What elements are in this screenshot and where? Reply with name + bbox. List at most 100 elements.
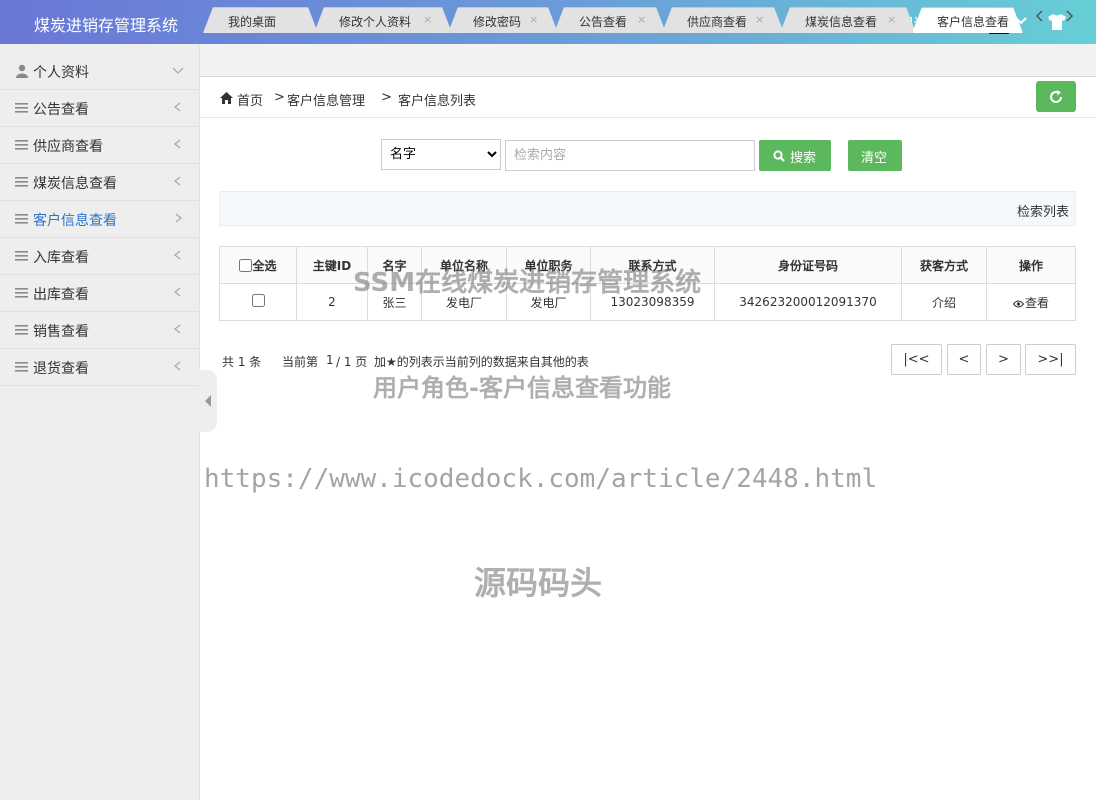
sidebar-item[interactable]: 退货查看 (0, 349, 199, 386)
prev-page-button[interactable]: < (947, 344, 981, 375)
triangle-left-icon (205, 395, 211, 407)
sidebar-item-label: 退货查看 (33, 361, 89, 377)
column-header: 单位职务 (506, 246, 591, 284)
list-icon (15, 286, 29, 300)
chevron-down-icon (172, 67, 184, 74)
sidebar-item-label: 供应商查看 (33, 139, 103, 155)
next-page-button[interactable]: > (986, 344, 1021, 375)
sidebar-item[interactable]: 出库查看 (0, 275, 199, 312)
list-panel-header: 检索列表 (219, 191, 1076, 226)
tab-close-icon[interactable]: × (887, 13, 896, 26)
tab[interactable]: 修改密码 × (448, 7, 558, 33)
sidebar-item-label: 出库查看 (33, 287, 89, 303)
search-field-select[interactable]: 名字 (381, 139, 501, 170)
watermark-url: https://www.icodedock.com/article/2448.h… (204, 464, 878, 494)
tab-close-icon[interactable]: × (529, 13, 538, 26)
sidebar-item[interactable]: 煤炭信息查看 (0, 164, 199, 201)
select-all-checkbox[interactable] (239, 258, 253, 272)
list-icon (15, 101, 29, 115)
list-icon (15, 360, 29, 374)
breadcrumb-level2: 客户信息列表 (398, 94, 477, 109)
watermark-brand: 源码码头 (474, 564, 603, 602)
column-header: 身份证号码 (714, 246, 902, 284)
view-link-label: 查看 (1024, 295, 1049, 310)
sidebar-collapse-handle[interactable] (199, 370, 217, 432)
tab-scroll-left-button[interactable] (1027, 5, 1053, 27)
list-icon (15, 175, 29, 189)
cell-action: 查看 (986, 283, 1076, 321)
sidebar-item-label: 公告查看 (33, 102, 89, 118)
breadcrumb-level1[interactable]: 客户信息管理 (287, 90, 365, 109)
cell-source: 介绍 (901, 283, 987, 321)
first-page-button[interactable]: |<< (891, 344, 942, 375)
chevron-left-icon (173, 102, 181, 112)
tab-close-icon[interactable]: × (423, 13, 432, 26)
tab-label: 煤炭信息查看 (805, 15, 878, 29)
row-checkbox[interactable] (251, 294, 265, 307)
clear-button[interactable]: 清空 (848, 140, 902, 171)
column-header: 主键ID (296, 246, 368, 284)
pager-current-prefix: 当前第 (282, 355, 319, 369)
tab[interactable]: 煤炭信息查看 × (780, 7, 916, 33)
breadcrumb-home[interactable]: 首页 (237, 90, 263, 109)
last-page-button[interactable]: >>| (1025, 344, 1076, 375)
list-icon (15, 138, 29, 152)
sidebar-item-label: 入库查看 (33, 250, 89, 266)
cell-company: 发电厂 (421, 283, 507, 321)
sidebar-item-label: 煤炭信息查看 (33, 176, 117, 192)
tab[interactable]: 修改个人资料 × (314, 7, 452, 33)
sidebar-item-label: 销售查看 (33, 324, 89, 340)
chevron-right-icon (1066, 10, 1074, 22)
chevron-left-icon (1035, 10, 1043, 22)
tab-close-icon[interactable]: × (755, 13, 764, 26)
refresh-button[interactable] (1036, 81, 1076, 112)
column-header: 联系方式 (590, 246, 715, 284)
search-input[interactable] (505, 140, 755, 171)
tab[interactable]: 客户信息查看 (912, 7, 1023, 33)
sidebar-item[interactable]: 入库查看 (0, 238, 199, 275)
sidebar-item[interactable]: 销售查看 (0, 312, 199, 349)
tab-close-icon[interactable]: × (637, 13, 646, 26)
view-link[interactable]: 查看 (1012, 295, 1049, 310)
table-header-row: 全选 主键ID 名字 单位名称 单位职务 联系方式 身份证号码 获客方式 操作 (219, 246, 1076, 284)
tab-scroll-right-button[interactable] (1056, 5, 1082, 27)
cell-phone: 13023098359 (590, 283, 715, 321)
sidebar-item[interactable]: 个人资料 (0, 53, 199, 90)
list-icon (15, 212, 29, 226)
tab-label: 供应商查看 (687, 15, 748, 29)
select-all-header[interactable]: 全选 (219, 246, 297, 284)
tab[interactable]: 我的桌面 (203, 7, 318, 33)
chevron-left-icon (173, 324, 181, 334)
chevron-left-icon (173, 139, 181, 149)
user-icon (15, 64, 29, 78)
pager-current-page: 1 (326, 353, 334, 367)
tab[interactable]: 公告查看 × (554, 7, 666, 33)
column-header: 获客方式 (901, 246, 987, 284)
sidebar-item[interactable]: 公告查看 (0, 90, 199, 127)
sidebar-item-label: 客户信息查看 (33, 213, 117, 229)
row-select-cell (219, 283, 297, 321)
sidebar-item[interactable]: 客户信息查看 (0, 201, 199, 238)
chevron-left-icon (173, 361, 181, 371)
sidebar-item[interactable]: 供应商查看 (0, 127, 199, 164)
app-title: 煤炭进销存管理系统 (34, 16, 179, 35)
breadcrumb-separator: > (274, 90, 285, 105)
clear-button-label: 清空 (861, 150, 888, 165)
cell-id-card: 342623200012091370 (714, 283, 902, 321)
select-all-label: 全选 (252, 258, 277, 273)
list-title: 检索列表 (1016, 205, 1069, 220)
tab[interactable]: 供应商查看 × (662, 7, 784, 33)
column-header: 单位名称 (421, 246, 507, 284)
breadcrumb: 首页 > 客户信息管理 > 客户信息列表 (200, 77, 1096, 118)
cell-name: 张三 (367, 283, 422, 321)
pager-note: 加★的列表示当前列的数据来自其他的表 (374, 355, 589, 369)
search-button-label: 搜索 (790, 150, 817, 165)
tab-label: 修改密码 (473, 15, 522, 29)
home-icon (220, 92, 233, 104)
list-icon (15, 249, 29, 263)
cell-id: 2 (296, 283, 368, 321)
sidebar-item-label: 个人资料 (33, 65, 89, 81)
search-button[interactable]: 搜索 (759, 140, 831, 171)
customer-table: 全选 主键ID 名字 单位名称 单位职务 联系方式 身份证号码 获客方式 操作 … (219, 246, 1076, 321)
tab-label: 公告查看 (579, 15, 628, 29)
